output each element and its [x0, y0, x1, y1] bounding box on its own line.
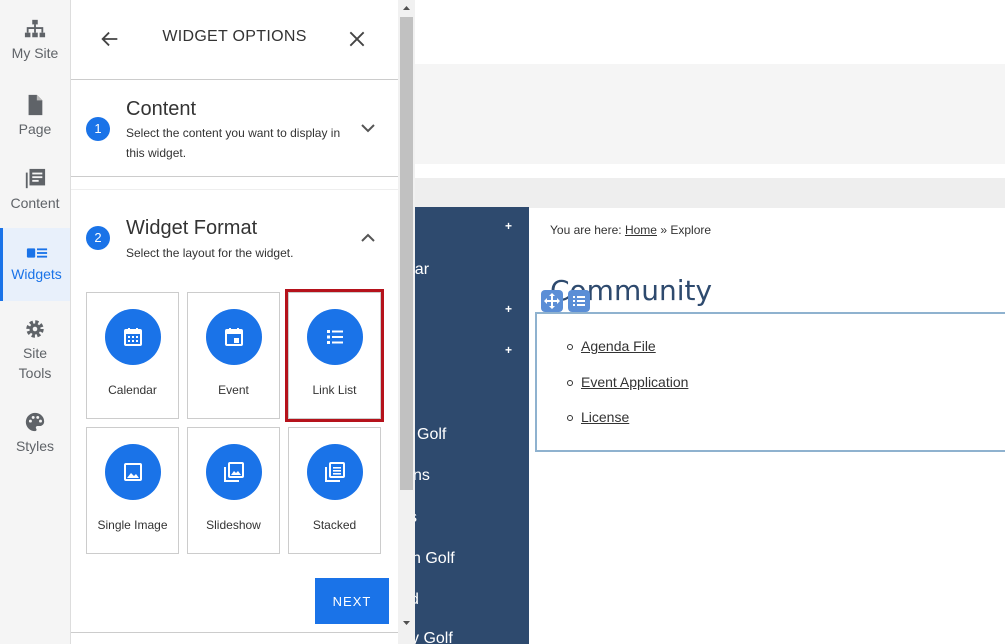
link-list: Agenda File Event Application License	[567, 338, 688, 445]
breadcrumb-current: Explore	[670, 223, 712, 237]
calendar-icon	[124, 328, 142, 346]
sitemap-icon	[24, 19, 46, 38]
site-nav-item[interactable]: y Golf	[415, 630, 453, 644]
step-badge-1: 1	[86, 117, 110, 141]
section-content-title: Content	[126, 98, 197, 120]
breadcrumb-home-link[interactable]: Home	[625, 223, 657, 237]
panel-footer-divider	[71, 632, 398, 633]
event-icon-circle	[206, 309, 262, 365]
link-list-icon	[327, 330, 343, 344]
stacked-icon-circle	[307, 444, 363, 500]
chevron-down-icon[interactable]	[360, 120, 376, 136]
format-tile-label: Stacked	[312, 518, 357, 532]
format-tile-label: Link List	[312, 383, 357, 397]
link-list-widget[interactable]: Agenda File Event Application License	[535, 312, 1005, 452]
close-icon[interactable]	[347, 29, 367, 49]
site-subheader-band	[415, 178, 1005, 208]
rail-item-content[interactable]: Content	[0, 168, 70, 218]
panel-header: WIDGET OPTIONS	[71, 0, 398, 80]
palette-icon	[25, 412, 45, 432]
format-tile-label: Slideshow	[206, 518, 261, 532]
breadcrumb-separator: »	[660, 223, 668, 237]
widget-options-panel: WIDGET OPTIONS 1 Content Select the cont…	[71, 0, 398, 644]
format-tile-single-image[interactable]: Single Image	[86, 427, 179, 554]
link-agenda-file[interactable]: Agenda File	[581, 338, 656, 354]
page-icon	[28, 94, 43, 116]
event-icon	[225, 328, 243, 346]
rail-item-my-site[interactable]: My Site	[0, 18, 70, 68]
section-content-description: Select the content you want to display i…	[126, 126, 341, 160]
scrollbar-thumb[interactable]	[400, 17, 413, 490]
rail-item-styles[interactable]: Styles	[0, 411, 70, 461]
format-tile-label: Event	[218, 383, 249, 397]
scroll-up-arrow-icon[interactable]	[398, 0, 415, 17]
list-item: License	[567, 409, 688, 445]
link-license[interactable]: License	[581, 409, 629, 425]
rail-item-widgets[interactable]: Widgets	[0, 228, 70, 301]
link-list-icon-circle	[307, 309, 363, 365]
site-nav-item[interactable]: ndar	[415, 261, 429, 279]
move-widget-icon[interactable]	[541, 290, 563, 312]
widget-list-icon[interactable]	[568, 290, 590, 312]
section-widget-format-title: Widget Format	[126, 217, 258, 239]
site-nav-item[interactable]: d	[415, 591, 419, 609]
breadcrumb-prefix: You are here:	[550, 223, 622, 237]
site-preview: + ndar + + Golf ns s n Golf d y Golf You…	[415, 0, 1005, 644]
chevron-up-icon[interactable]	[360, 230, 376, 246]
site-nav-item[interactable]: n Golf	[415, 550, 455, 568]
section-content[interactable]: 1 Content Select the content you want to…	[71, 80, 398, 177]
section-widget-format[interactable]: 2 Widget Format Select the layout for th…	[71, 190, 398, 270]
site-header-band	[415, 64, 1005, 164]
list-item: Event Application	[567, 374, 688, 410]
format-tile-label: Single Image	[97, 518, 168, 532]
format-tile-stacked[interactable]: Stacked	[288, 427, 381, 554]
rail-label-page: Page	[18, 121, 52, 137]
site-nav-item[interactable]: Golf	[417, 426, 446, 444]
format-tile-event[interactable]: Event	[187, 292, 280, 419]
nav-expand-icon[interactable]: +	[505, 343, 512, 357]
slideshow-icon-circle	[206, 444, 262, 500]
format-tile-label: Calendar	[108, 383, 157, 397]
rail-label-widgets: Widgets	[11, 266, 62, 282]
site-side-nav: + ndar + + Golf ns s n Golf d y Golf	[415, 207, 529, 644]
rail-label-site-tools: Site Tools	[18, 345, 52, 381]
content-icon	[25, 168, 46, 189]
panel-scrollbar[interactable]	[398, 0, 415, 644]
scroll-down-arrow-icon[interactable]	[398, 614, 415, 631]
widgets-icon	[26, 248, 47, 258]
step-badge-2: 2	[86, 226, 110, 250]
rail-item-site-tools[interactable]: Site Tools	[0, 318, 70, 381]
site-nav-item[interactable]: ns	[415, 467, 430, 485]
list-item: Agenda File	[567, 338, 688, 374]
next-button[interactable]: NEXT	[315, 578, 389, 624]
image-icon-circle	[105, 444, 161, 500]
left-nav-rail: My Site Page Content Widgets Site Tools …	[0, 0, 71, 644]
calendar-icon-circle	[105, 309, 161, 365]
gear-icon	[26, 320, 44, 338]
section-widget-format-description: Select the layout for the widget.	[126, 246, 294, 260]
section-divider	[71, 178, 398, 190]
link-event-application[interactable]: Event Application	[581, 374, 688, 390]
image-icon	[124, 463, 142, 481]
nav-expand-icon[interactable]: +	[505, 219, 512, 233]
stacked-icon	[325, 462, 345, 482]
slideshow-icon	[224, 462, 244, 482]
rail-label-content: Content	[10, 195, 60, 211]
site-nav-item[interactable]: s	[415, 509, 417, 527]
breadcrumb: You are here: Home » Explore	[550, 223, 711, 237]
rail-label-styles: Styles	[15, 438, 55, 454]
format-tile-slideshow[interactable]: Slideshow	[187, 427, 280, 554]
rail-item-page[interactable]: Page	[0, 94, 70, 144]
format-tile-calendar[interactable]: Calendar	[86, 292, 179, 419]
format-tile-link-list[interactable]: Link List	[285, 289, 384, 422]
rail-label-my-site: My Site	[11, 45, 59, 61]
nav-expand-icon[interactable]: +	[505, 302, 512, 316]
